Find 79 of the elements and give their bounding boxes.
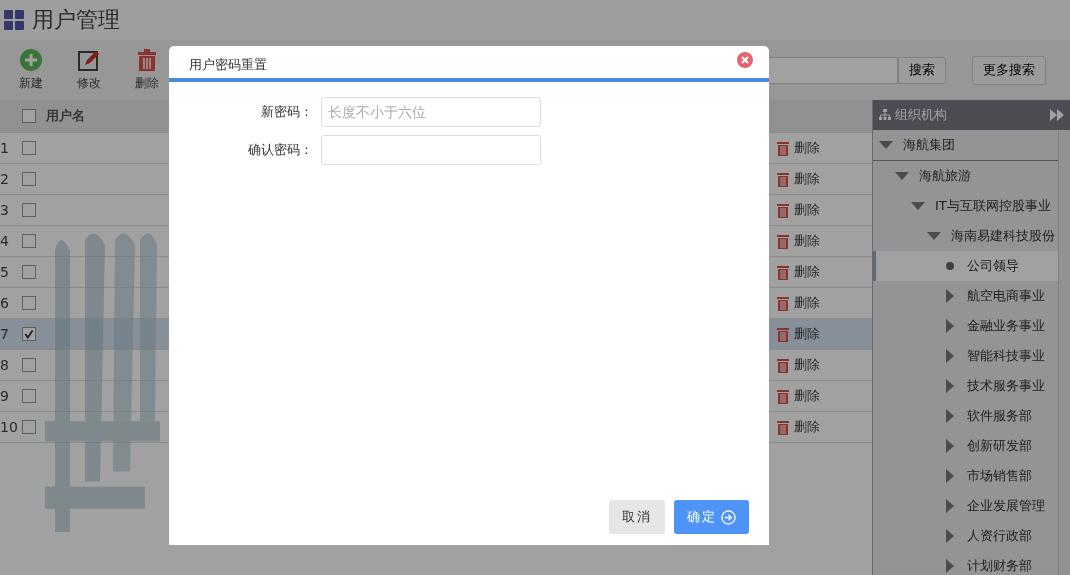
tree-item[interactable]: 创新研发部 (873, 431, 1058, 461)
trash-icon (777, 326, 789, 342)
row-number: 4 (0, 233, 10, 249)
checkbox[interactable] (22, 296, 36, 310)
checkbox[interactable] (22, 141, 36, 155)
checkbox[interactable] (22, 420, 36, 434)
trash-icon (777, 419, 789, 435)
tree-item[interactable]: 软件服务部 (873, 401, 1058, 431)
dot-icon (943, 259, 957, 273)
row-number: 5 (0, 264, 10, 280)
trash-icon (777, 295, 789, 311)
row-number: 10 (0, 419, 18, 435)
checkbox[interactable] (22, 389, 36, 403)
delete-link[interactable]: 删除 (794, 263, 820, 281)
row-number: 3 (0, 202, 10, 218)
checkbox[interactable] (22, 234, 36, 248)
trash-icon (777, 357, 789, 373)
tree-item[interactable]: 企业发展管理 (873, 491, 1058, 521)
tree-item[interactable]: 计划财务部 (873, 551, 1058, 575)
row-number: 1 (0, 140, 10, 156)
collapse-icon[interactable] (1050, 109, 1064, 121)
cancel-button[interactable]: 取消 (609, 500, 665, 534)
checkbox[interactable] (22, 109, 36, 123)
dialog-title: 用户密码重置 (189, 56, 268, 74)
tree-item[interactable]: IT与互联网控股事业 (873, 191, 1058, 221)
row-number: 9 (0, 388, 10, 404)
confirm-button[interactable]: 确定 (674, 500, 749, 534)
tree-item[interactable]: 金融业务事业 (873, 311, 1058, 341)
tree-item[interactable]: 市场销售部 (873, 461, 1058, 491)
password-field[interactable]: 长度不小于六位 (321, 97, 541, 127)
trash-icon (136, 48, 158, 71)
arrow-circle-icon (721, 509, 736, 525)
delete-link[interactable]: 删除 (794, 139, 820, 157)
plus-icon (20, 48, 42, 71)
row-number: 6 (0, 295, 10, 311)
tree-item[interactable]: 海航旅游 (873, 161, 1058, 191)
trash-icon (777, 140, 789, 156)
trash-icon (777, 202, 789, 218)
sitemap-icon (879, 109, 891, 121)
delete-link[interactable]: 删除 (794, 201, 820, 219)
trash-icon (777, 171, 789, 187)
toolbar-button[interactable]: 新建 (6, 48, 56, 92)
row-number: 7 (0, 326, 10, 342)
checkbox[interactable] (22, 358, 36, 372)
trash-icon (777, 264, 789, 280)
checkbox[interactable] (22, 203, 36, 217)
delete-link[interactable]: 删除 (794, 170, 820, 188)
field-label: 确认密码： (247, 141, 314, 159)
delete-link[interactable]: 删除 (794, 325, 820, 343)
tree-item[interactable]: 公司领导 (873, 251, 1058, 281)
grid-icon (4, 10, 24, 30)
tree-item[interactable]: 人资行政部 (873, 521, 1058, 551)
delete-link[interactable]: 删除 (794, 418, 820, 436)
column-header: 用户名 (46, 107, 85, 125)
panel-title: 组织机构 (895, 106, 948, 124)
trash-icon (777, 388, 789, 404)
search-button[interactable]: 搜索 (898, 56, 946, 84)
delete-link[interactable]: 删除 (794, 387, 820, 405)
trash-icon (777, 233, 789, 249)
tree-item[interactable]: 智能科技事业 (873, 341, 1058, 371)
edit-icon (78, 48, 100, 71)
delete-link[interactable]: 删除 (794, 294, 820, 312)
password-field[interactable] (321, 135, 541, 165)
row-number: 2 (0, 171, 10, 187)
row-number: 8 (0, 357, 10, 373)
close-icon[interactable] (737, 52, 753, 68)
delete-link[interactable]: 删除 (794, 356, 820, 374)
more-search-button[interactable]: 更多搜索 (972, 55, 1046, 85)
delete-link[interactable]: 删除 (794, 232, 820, 250)
checkbox[interactable] (22, 265, 36, 279)
checkbox[interactable] (22, 172, 36, 186)
tree-item[interactable]: 技术服务事业 (873, 371, 1058, 401)
scrollbar[interactable] (1058, 130, 1070, 575)
tree-item[interactable]: 航空电商事业 (873, 281, 1058, 311)
toolbar-button[interactable]: 修改 (64, 48, 114, 92)
field-label: 新密码： (260, 103, 314, 121)
checkbox[interactable] (22, 327, 36, 341)
page-title: 用户管理 (32, 6, 120, 34)
tree-item[interactable]: 海南易建科技股份 (873, 221, 1058, 251)
